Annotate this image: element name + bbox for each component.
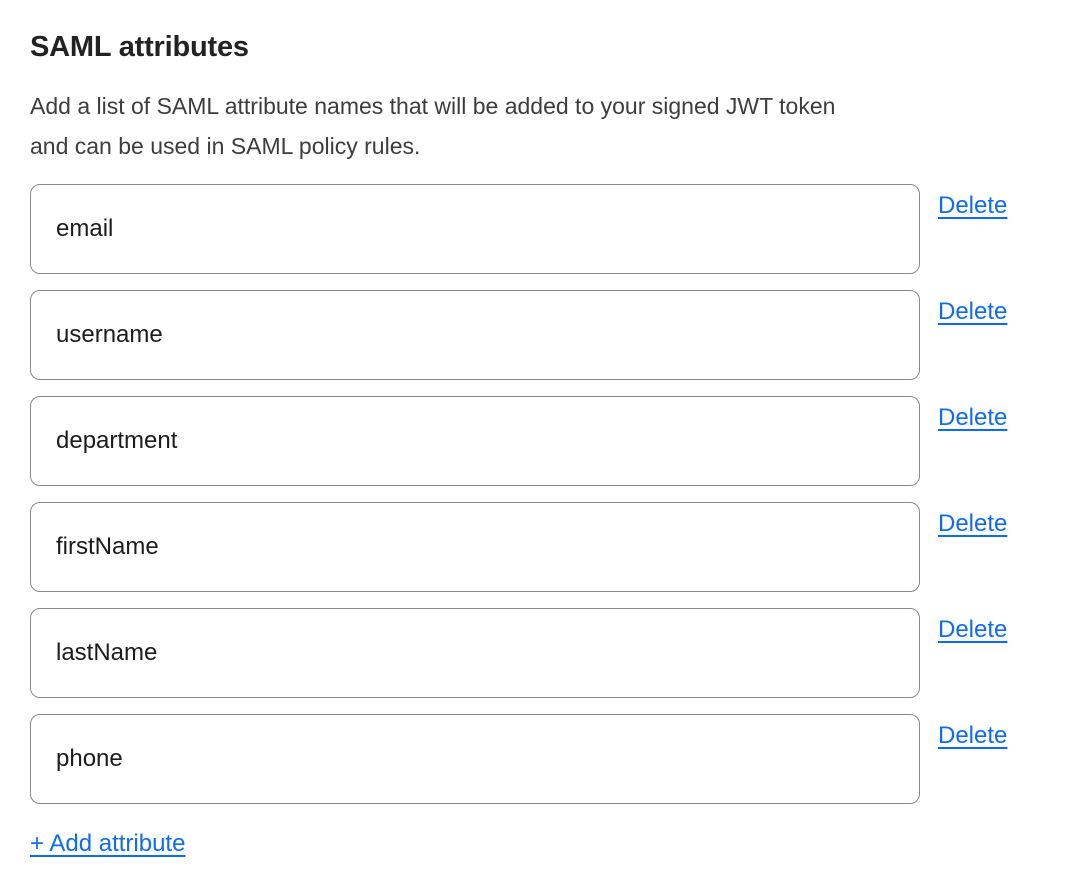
attribute-row: Delete [30,608,1036,698]
section-description-line-1: Add a list of SAML attribute names that … [30,86,1036,126]
section-description-line-2: and can be used in SAML policy rules. [30,126,1036,166]
attribute-input-email[interactable] [30,184,920,274]
delete-link[interactable]: Delete [938,510,1007,538]
attribute-row: Delete [30,184,1036,274]
attribute-row: Delete [30,290,1036,380]
add-attribute-link[interactable]: + Add attribute [30,830,185,858]
attribute-row: Delete [30,502,1036,592]
delete-link[interactable]: Delete [938,722,1007,750]
section-description: Add a list of SAML attribute names that … [30,86,1036,166]
delete-link[interactable]: Delete [938,404,1007,432]
delete-link[interactable]: Delete [938,192,1007,220]
saml-attributes-section: SAML attributes Add a list of SAML attri… [0,0,1066,886]
section-title: SAML attributes [30,30,1036,64]
attribute-list: Delete Delete Delete Delete Delete Delet… [30,184,1036,804]
attribute-input-phone[interactable] [30,714,920,804]
delete-link[interactable]: Delete [938,616,1007,644]
attribute-input-firstname[interactable] [30,502,920,592]
attribute-input-department[interactable] [30,396,920,486]
attribute-input-username[interactable] [30,290,920,380]
attribute-row: Delete [30,714,1036,804]
attribute-input-lastname[interactable] [30,608,920,698]
delete-link[interactable]: Delete [938,298,1007,326]
attribute-row: Delete [30,396,1036,486]
